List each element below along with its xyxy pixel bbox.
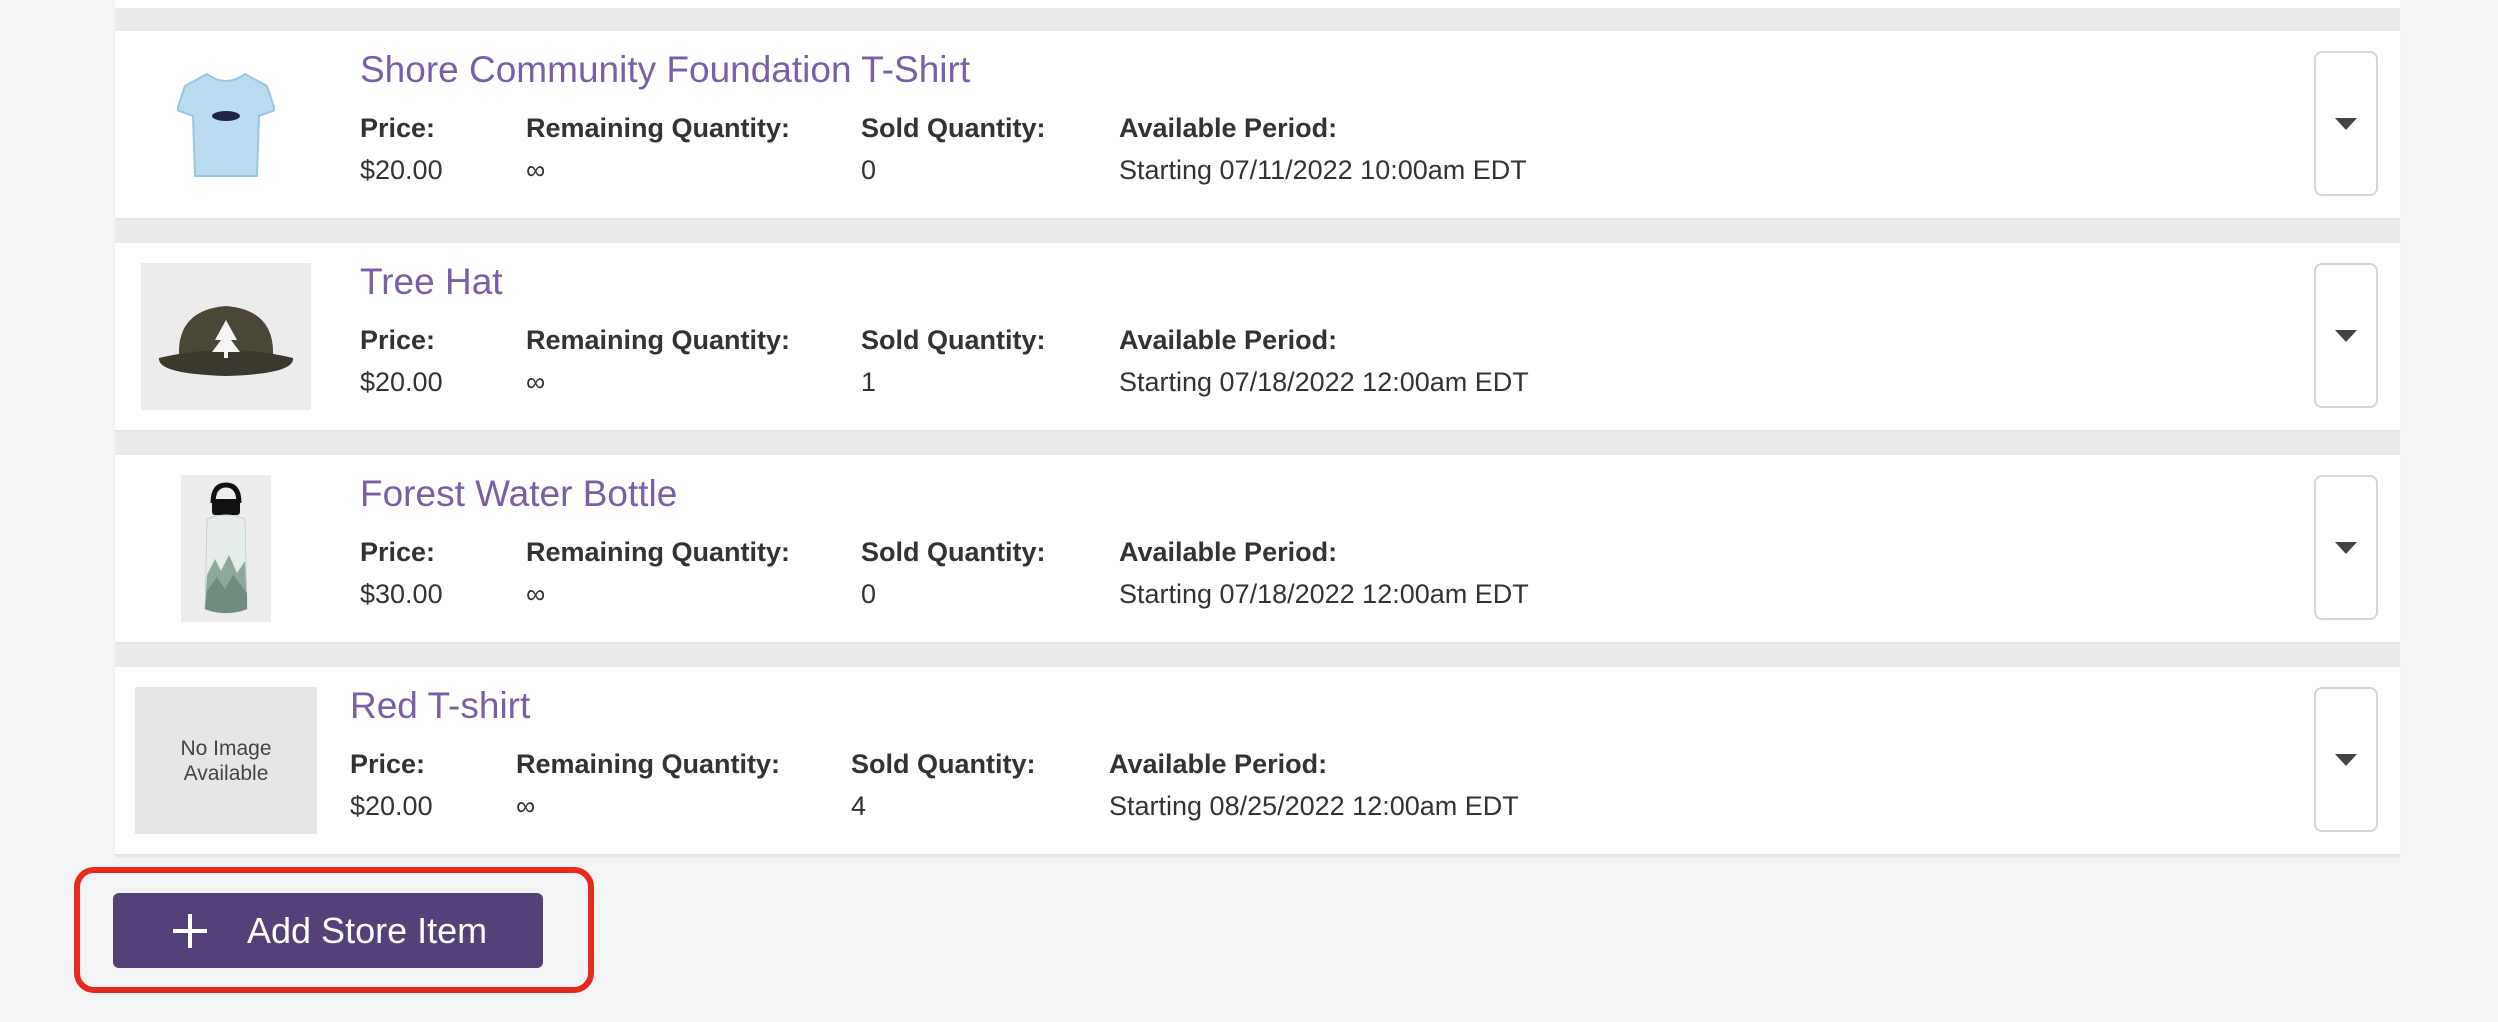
price-value: $20.00 [360, 155, 443, 185]
available-period-label: Available Period: [1119, 113, 1338, 143]
tshirt-image [177, 72, 275, 177]
item-actions-dropdown[interactable] [2314, 475, 2378, 620]
price-label: Price: [350, 749, 426, 779]
available-period-label: Available Period: [1109, 749, 1328, 779]
available-period-value: Starting 07/11/2022 10:00am EDT [1119, 155, 1527, 185]
remaining-quantity-label: Remaining Quantity: [526, 325, 791, 355]
no-image-placeholder: No Image Available [135, 687, 317, 834]
sold-quantity-value: 0 [861, 579, 877, 609]
caret-down-icon [2335, 329, 2357, 342]
store-item-card: Shore Community Foundation T-Shirt Price… [115, 31, 2400, 218]
remaining-quantity-label: Remaining Quantity: [526, 113, 791, 143]
price-value: $20.00 [350, 791, 433, 821]
available-period-value: Starting 07/18/2022 12:00am EDT [1119, 579, 1529, 609]
price-label: Price: [360, 113, 436, 143]
water-bottle-image [181, 475, 271, 622]
available-period-value: Starting 07/18/2022 12:00am EDT [1119, 367, 1529, 397]
plus-icon [173, 913, 207, 948]
no-image-text: No Image [180, 736, 272, 760]
sold-quantity-label: Sold Quantity: [851, 749, 1036, 779]
remaining-quantity-label: Remaining Quantity: [516, 749, 781, 779]
price-value: $20.00 [360, 367, 443, 397]
item-title[interactable]: Red T-shirt [350, 685, 530, 727]
add-store-item-label: Add Store Item [247, 909, 488, 951]
remaining-quantity-value: ∞ [526, 579, 546, 609]
sold-quantity-label: Sold Quantity: [861, 537, 1046, 567]
price-label: Price: [360, 325, 436, 355]
price-label: Price: [360, 537, 436, 567]
store-item-card: Forest Water Bottle Price: $30.00 Remain… [115, 455, 2400, 642]
item-thumbnail [141, 263, 311, 410]
item-title[interactable]: Tree Hat [360, 261, 503, 303]
add-store-item-button[interactable]: Add Store Item [113, 893, 543, 968]
hat-image [158, 305, 294, 376]
sold-quantity-value: 4 [851, 791, 867, 821]
available-period-value: Starting 08/25/2022 12:00am EDT [1109, 791, 1519, 821]
remaining-quantity-label: Remaining Quantity: [526, 537, 791, 567]
store-item-card: No Image Available Red T-shirt Price: $2… [115, 667, 2400, 854]
item-actions-dropdown[interactable] [2314, 51, 2378, 196]
available-period-label: Available Period: [1119, 325, 1338, 355]
remaining-quantity-value: ∞ [526, 155, 546, 185]
caret-down-icon [2335, 117, 2357, 130]
caret-down-icon [2335, 541, 2357, 554]
previous-item-edge [115, 0, 2400, 8]
sold-quantity-label: Sold Quantity: [861, 113, 1046, 143]
item-thumbnail [141, 51, 311, 198]
price-value: $30.00 [360, 579, 443, 609]
no-image-text: Available [183, 761, 269, 785]
store-item-list: Shore Community Foundation T-Shirt Price… [115, 0, 2400, 858]
sold-quantity-value: 0 [861, 155, 877, 185]
store-item-card: Tree Hat Price: $20.00 Remaining Quantit… [115, 243, 2400, 430]
available-period-label: Available Period: [1119, 537, 1338, 567]
item-title[interactable]: Shore Community Foundation T-Shirt [360, 49, 970, 91]
sold-quantity-value: 1 [861, 367, 877, 397]
remaining-quantity-value: ∞ [526, 367, 546, 397]
item-title[interactable]: Forest Water Bottle [360, 473, 677, 515]
remaining-quantity-value: ∞ [516, 791, 536, 821]
sold-quantity-label: Sold Quantity: [861, 325, 1046, 355]
caret-down-icon [2335, 753, 2357, 766]
item-thumbnail [141, 475, 311, 622]
item-actions-dropdown[interactable] [2314, 687, 2378, 832]
item-actions-dropdown[interactable] [2314, 263, 2378, 408]
